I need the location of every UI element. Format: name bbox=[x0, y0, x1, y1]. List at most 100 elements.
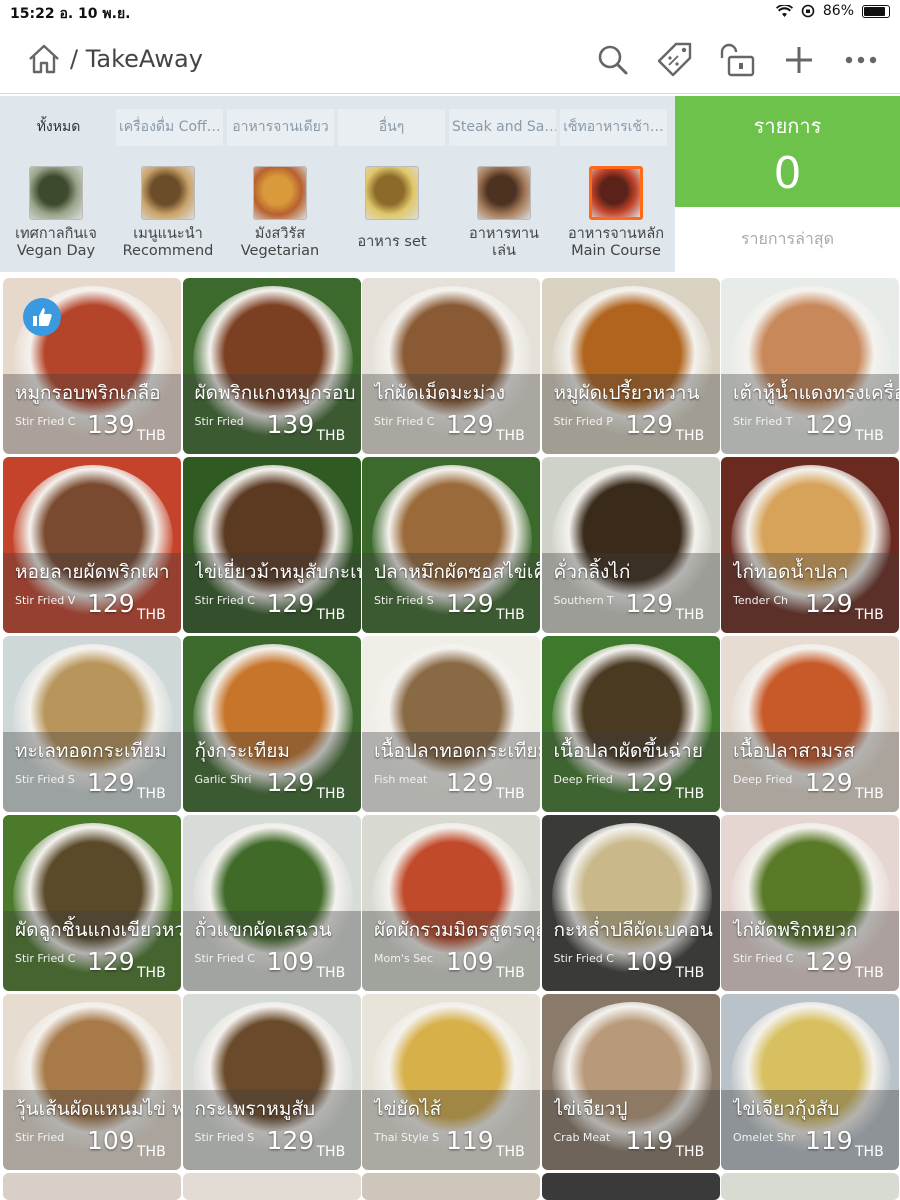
menu-item-card[interactable]: ไก่ทอดน้ำปลา Tender Ch 129 THB bbox=[721, 457, 899, 633]
menu-item-card[interactable]: ไก่ผัดเม็ดมะม่วง Stir Fried C 129 THB bbox=[362, 278, 540, 454]
menu-item-card[interactable]: ปลาหมึกผัดซอสไข่เค็ม Stir Fried S 129THB bbox=[362, 457, 540, 633]
unlock-button[interactable] bbox=[716, 40, 758, 80]
recent-orders-link[interactable]: รายการล่าสุด bbox=[675, 227, 900, 252]
menu-item-card[interactable] bbox=[182, 1173, 361, 1200]
menu-item-name: เนื้อปลาทอดกระเทียมพริ bbox=[374, 740, 540, 762]
menu-item-card[interactable]: เนื้อปลาสามรส Deep Fried 129 THB bbox=[721, 636, 899, 812]
menu-item-currency: THB bbox=[316, 428, 346, 444]
subcategory-label: มังสวิรัส Vegetarian bbox=[240, 226, 320, 259]
menu-item-currency: THB bbox=[675, 607, 705, 623]
subcategory-label: เทศกาลกินเจ Vegan Day bbox=[15, 226, 97, 259]
menu-item-currency: THB bbox=[675, 786, 705, 802]
menu-item-name: ถั่วแขกผัดเสฉวน bbox=[194, 919, 332, 941]
menu-item-card[interactable]: หมูกรอบพริกเกลือ Stir Fried C 139 THB bbox=[3, 278, 181, 454]
menu-item-price: 129 bbox=[625, 410, 674, 439]
menu-item-card[interactable]: เนื้อปลาทอดกระเทียมพริ Fish meat 129THB bbox=[362, 636, 540, 812]
menu-item-english-name: Stir Fried C bbox=[15, 415, 76, 428]
category-tab[interactable]: เซ็ทอาหารเช้า… bbox=[560, 109, 667, 146]
menu-item-card[interactable]: กะหล่ำปลีผัดเบคอน Stir Fried C 109 THB bbox=[541, 815, 720, 991]
subcategory-item[interactable]: อาหาร set bbox=[336, 166, 448, 260]
category-panel: ทั้งหมด เครื่องดื่ม Coff… อาหารจานเดียว อื่… bbox=[0, 96, 675, 272]
menu-item-card[interactable]: กุ้งกระเทียม Garlic Shri 129 THB bbox=[182, 636, 361, 812]
menu-item-name: ไข่เจียวกุ้งสับ bbox=[733, 1098, 840, 1120]
menu-item-name: หมูผัดเปรี้ยวหวาน bbox=[553, 382, 700, 404]
subcategory-item[interactable]: อาหารจานหลัก Main Course bbox=[560, 166, 672, 260]
plus-icon bbox=[786, 47, 812, 73]
menu-item-card[interactable] bbox=[362, 1173, 540, 1200]
subcategory-thumbnail bbox=[589, 166, 643, 220]
add-button[interactable] bbox=[778, 40, 820, 80]
menu-item-name: ผัดลูกชิ้นแกงเขียวหวาน bbox=[15, 919, 181, 941]
menu-item-name: ผัดผักรวมมิตรสูตรคุณแ bbox=[374, 919, 540, 941]
menu-item-price: 129 bbox=[805, 768, 853, 797]
menu-item-name: กะหล่ำปลีผัดเบคอน bbox=[553, 919, 713, 941]
menu-item-currency: THB bbox=[137, 428, 166, 444]
menu-item-card[interactable]: วุ้นเส้นผัดแหนมไข่ พริก Stir Fried 109THB bbox=[3, 994, 181, 1170]
menu-item-currency: THB bbox=[316, 965, 346, 981]
menu-item-price: 129 bbox=[805, 410, 853, 439]
navigation-bar: / TakeAway bbox=[0, 26, 900, 94]
menu-item-card[interactable] bbox=[541, 1173, 720, 1200]
home-button[interactable] bbox=[26, 42, 62, 76]
menu-item-currency: THB bbox=[316, 607, 346, 623]
menu-item-currency: THB bbox=[137, 607, 166, 623]
menu-item-price: 109 bbox=[266, 947, 315, 976]
menu-item-card[interactable]: ผัดผักรวมมิตรสูตรคุณแ Mom's Sec 109THB bbox=[362, 815, 540, 991]
menu-item-price: 129 bbox=[625, 589, 674, 618]
menu-item-price: 129 bbox=[87, 947, 135, 976]
menu-item-card[interactable]: เต้าหู้น้ำแดงทรงเครื่อง Stir Fried T 129 TH… bbox=[721, 278, 899, 454]
more-button[interactable] bbox=[840, 40, 882, 80]
menu-item-price: 129 bbox=[266, 589, 315, 618]
subcategory-item[interactable]: อาหารทาน เล่น bbox=[448, 166, 560, 260]
menu-item-english-name: Stir Fried S bbox=[194, 1131, 255, 1144]
menu-item-card[interactable]: ทะเลทอดกระเทียม Stir Fried S 129 THB bbox=[3, 636, 181, 812]
menu-item-currency: THB bbox=[496, 607, 525, 623]
menu-item-english-name: Stir Fried C bbox=[553, 952, 614, 965]
menu-item-name: ไก่ผัดเม็ดมะม่วง bbox=[374, 382, 506, 404]
menu-item-english-name: Stir Fried S bbox=[15, 773, 75, 786]
subcategory-thumbnail bbox=[365, 166, 419, 220]
menu-item-card[interactable]: ผัดลูกชิ้นแกงเขียวหวาน Stir Fried C 129THB bbox=[3, 815, 181, 991]
menu-item-card[interactable]: ไข่เจียวปู Crab Meat 119 THB bbox=[541, 994, 720, 1170]
menu-item-card[interactable]: ไข่เจียวกุ้งสับ Omelet Shr 119 THB bbox=[721, 994, 899, 1170]
subcategory-item[interactable]: เมนูแนะนำ Recommend bbox=[112, 166, 224, 260]
menu-item-card[interactable]: เนื้อปลาผัดขึ้นฉ่าย Deep Fried 129 THB bbox=[541, 636, 720, 812]
category-tab[interactable]: Steak and Sa… bbox=[449, 109, 556, 146]
category-tab[interactable]: อื่นๆ bbox=[338, 109, 445, 146]
menu-item-english-name: Omelet Shr bbox=[733, 1131, 796, 1144]
menu-item-name: ไก่ผัดพริกหยวก bbox=[733, 919, 858, 941]
subcategory-item[interactable]: มังสวิรัส Vegetarian bbox=[224, 166, 336, 260]
menu-item-card[interactable]: ถั่วแขกผัดเสฉวน Stir Fried C 109 THB bbox=[182, 815, 361, 991]
discount-button[interactable] bbox=[654, 40, 696, 80]
menu-item-card[interactable]: หมูผัดเปรี้ยวหวาน Stir Fried P 129 THB bbox=[541, 278, 720, 454]
menu-item-currency: THB bbox=[496, 786, 525, 802]
category-tab[interactable]: อาหารจานเดียว bbox=[227, 109, 334, 146]
menu-item-english-name: Stir Fried S bbox=[374, 594, 434, 607]
menu-item-card[interactable]: ไข่ยัดไส้ Thai Style S 119 THB bbox=[362, 994, 540, 1170]
status-indicators: 86% bbox=[775, 3, 890, 19]
category-tab[interactable]: ทั้งหมด bbox=[5, 109, 112, 146]
breadcrumb[interactable]: / TakeAway bbox=[70, 45, 203, 73]
menu-item-price: 129 bbox=[87, 768, 135, 797]
menu-item-card[interactable]: คั่วกลิ้งไก่ Southern T 129 THB bbox=[541, 457, 720, 633]
subcategory-item[interactable]: เทศกาลกินเจ Vegan Day bbox=[0, 166, 112, 260]
order-summary-button[interactable]: รายการ 0 bbox=[675, 96, 900, 207]
menu-item-card[interactable]: ไข่เยี่ยวม้าหมูสับกะเพรา Stir Fried C 129T… bbox=[182, 457, 361, 633]
menu-item-name: ไก่ทอดน้ำปลา bbox=[733, 561, 849, 583]
search-button[interactable] bbox=[592, 40, 634, 80]
menu-item-currency: THB bbox=[137, 786, 166, 802]
menu-item-name: เนื้อปลาผัดขึ้นฉ่าย bbox=[553, 740, 703, 762]
menu-item-price: 109 bbox=[625, 947, 674, 976]
menu-item-currency: THB bbox=[855, 965, 884, 981]
menu-item-card[interactable]: ไก่ผัดพริกหยวก Stir Fried C 129 THB bbox=[721, 815, 899, 991]
menu-item-card[interactable]: หอยลายผัดพริกเผา Stir Fried V 129 THB bbox=[3, 457, 181, 633]
menu-item-name: เต้าหู้น้ำแดงทรงเครื่อง bbox=[733, 382, 899, 404]
menu-item-card[interactable] bbox=[3, 1173, 181, 1200]
menu-item-card[interactable]: ผัดพริกแกงหมูกรอบ Stir Fried 139 THB bbox=[182, 278, 361, 454]
category-tab[interactable]: เครื่องดื่ม Coff… bbox=[116, 109, 223, 146]
menu-item-card[interactable] bbox=[721, 1173, 899, 1200]
category-tabs: ทั้งหมด เครื่องดื่ม Coff… อาหารจานเดียว อื่… bbox=[5, 109, 667, 146]
thumbs-up-icon bbox=[23, 298, 61, 336]
menu-item-name: ปลาหมึกผัดซอสไข่เค็ม bbox=[374, 561, 540, 583]
menu-item-card[interactable]: กระเพราหมูสับ Stir Fried S 129 THB bbox=[182, 994, 361, 1170]
